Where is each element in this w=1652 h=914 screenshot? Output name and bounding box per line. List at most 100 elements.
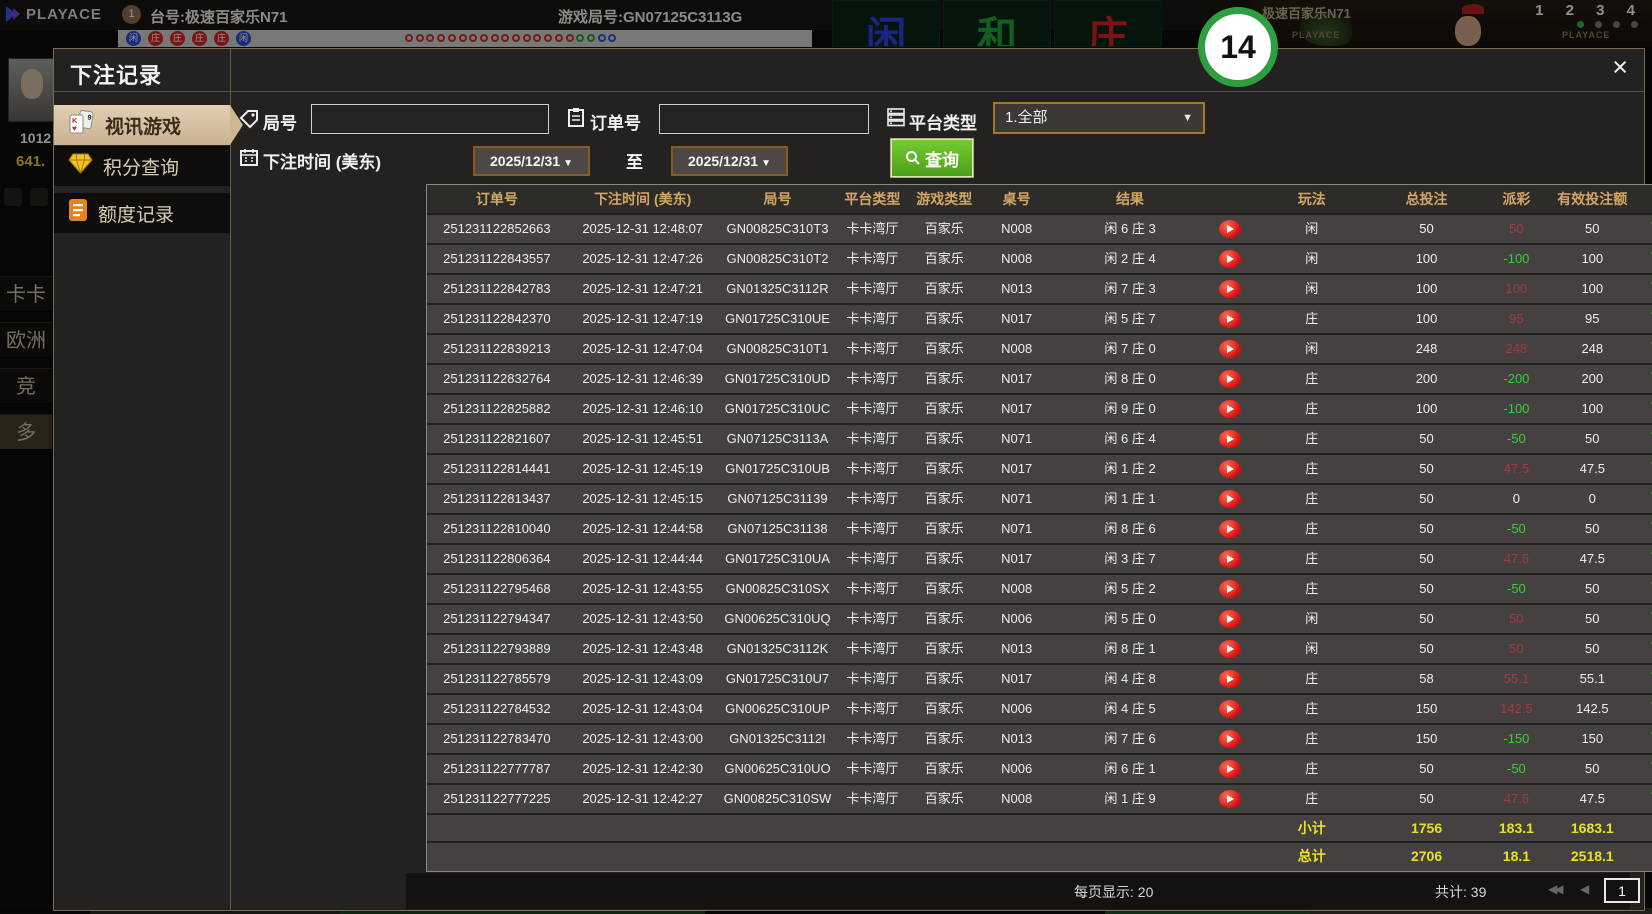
cell-valid-bet: 50 <box>1585 221 1600 236</box>
cell-game-type: 百家乐 <box>924 521 964 536</box>
cell-round-no: GN00825C310SW <box>723 791 832 806</box>
cell-play-type: 庄 <box>1305 581 1319 596</box>
cell-status: 已派彩 <box>1638 455 1652 483</box>
cell-total-bet: 50 <box>1419 791 1434 806</box>
replay-icon[interactable] <box>1219 670 1242 688</box>
cell-round-no: GN01725C310UD <box>724 371 831 386</box>
cell-order-no: 251231122784532 <box>443 701 551 716</box>
cell-play-type: 庄 <box>1305 311 1319 326</box>
platform-type-value: 1.全部 <box>1005 109 1048 126</box>
cell-status: 已派彩 <box>1638 665 1652 693</box>
date-from-picker[interactable]: 2025/12/31 ▼ <box>473 146 590 176</box>
replay-icon[interactable] <box>1219 790 1242 808</box>
cell-valid-bet: 248 <box>1581 341 1604 356</box>
calendar-icon <box>240 149 258 166</box>
order-no-input[interactable] <box>659 104 869 134</box>
cell-play-type: 庄 <box>1305 701 1319 716</box>
prev-page-icon[interactable]: ◀ <box>1580 882 1589 896</box>
sidebar-item-document[interactable]: 额度记录 <box>54 193 230 233</box>
replay-icon[interactable] <box>1219 610 1242 628</box>
cell-order-no: 251231122806364 <box>443 551 551 566</box>
replay-icon[interactable] <box>1219 520 1242 538</box>
cell-order-no: 251231122842783 <box>443 281 551 296</box>
cell-play-type: 庄 <box>1305 551 1319 566</box>
replay-icon[interactable] <box>1219 580 1242 598</box>
cell-valid-bet: 95 <box>1585 311 1600 326</box>
cell-play-type: 庄 <box>1305 431 1319 446</box>
platform-type-select[interactable]: 1.全部 ▼ <box>993 102 1205 134</box>
replay-icon[interactable] <box>1219 370 1242 388</box>
cell-bet-time: 2025-12-31 12:45:19 <box>582 461 704 476</box>
replay-icon[interactable] <box>1219 730 1242 748</box>
cell-game-type: 百家乐 <box>924 791 964 806</box>
bet-records-table: 订单号 下注时间 (美东) 局号 平台类型游戏类型 桌号 结果 玩法 总投注 派彩 有效投注额状态… <box>426 184 1652 872</box>
cell-table-no: N017 <box>1001 671 1033 686</box>
replay-icon[interactable] <box>1219 310 1242 328</box>
date-from-value: 2025/12/31 <box>490 153 561 169</box>
cell-result: 闲 1 庄 9 <box>1104 791 1156 806</box>
column-header: 玩法 <box>1297 191 1326 207</box>
cell-bet-time: 2025-12-31 12:46:10 <box>582 401 704 416</box>
replay-icon[interactable] <box>1219 280 1242 298</box>
bet-time-label: 下注时间 (美东) <box>263 153 382 172</box>
round-no-label: 局号 <box>263 114 297 133</box>
cell-platform: 卡卡湾厅 <box>846 491 899 506</box>
cell-platform: 卡卡湾厅 <box>846 791 899 806</box>
replay-icon[interactable] <box>1219 700 1242 718</box>
cell-game-type: 百家乐 <box>924 461 964 476</box>
table-row: 251231122794347 2025-12-31 12:43:50 GN00… <box>427 605 1652 635</box>
platform-type-label: 平台类型 <box>909 114 977 133</box>
sidebar-item-diamond[interactable]: 积分查询 <box>54 146 230 186</box>
cell-payout: 47.5 <box>1503 791 1530 806</box>
cell-status: 已派彩 <box>1638 695 1652 723</box>
cell-game-type: 百家乐 <box>924 761 964 776</box>
cell-status: 已派彩 <box>1638 215 1652 243</box>
round-no-input[interactable] <box>311 104 549 134</box>
replay-icon[interactable] <box>1219 550 1242 568</box>
cell-platform: 卡卡湾厅 <box>846 521 899 536</box>
cell-payout: -50 <box>1507 761 1526 776</box>
cell-result: 闲 4 庄 8 <box>1104 671 1156 686</box>
cell-result: 闲 1 庄 2 <box>1104 461 1156 476</box>
cell-valid-bet: 0 <box>1588 491 1596 506</box>
replay-icon[interactable] <box>1219 640 1242 658</box>
cell-valid-bet: 47.5 <box>1579 551 1605 566</box>
cell-total-bet: 50 <box>1419 461 1434 476</box>
page-input[interactable] <box>1604 878 1640 903</box>
search-icon <box>906 151 920 165</box>
replay-icon[interactable] <box>1219 250 1242 268</box>
cell-table-no: N006 <box>1001 761 1033 776</box>
total-valid: 2518.1 <box>1570 848 1614 864</box>
cell-table-no: N008 <box>1001 221 1033 236</box>
cell-order-no: 251231122821607 <box>443 431 551 446</box>
cell-round-no: GN00825C310SX <box>725 581 830 596</box>
cell-round-no: GN01725C310U7 <box>725 671 830 686</box>
cell-valid-bet: 200 <box>1581 371 1604 386</box>
cell-bet-time: 2025-12-31 12:47:26 <box>582 251 704 266</box>
sidebar-item-cards[interactable]: 9 K ♥ 视讯游戏 <box>54 105 243 145</box>
replay-icon[interactable] <box>1219 400 1242 418</box>
table-row: 251231122839213 2025-12-31 12:47:04 GN00… <box>427 335 1652 365</box>
date-to-picker[interactable]: 2025/12/31 ▼ <box>671 146 788 176</box>
cell-valid-bet: 47.5 <box>1579 791 1605 806</box>
cell-round-no: GN07125C31138 <box>727 521 828 536</box>
replay-icon[interactable] <box>1219 430 1242 448</box>
cell-payout: -100 <box>1503 251 1530 266</box>
replay-icon[interactable] <box>1219 760 1242 778</box>
cell-play-type: 闲 <box>1305 221 1319 236</box>
cell-order-no: 251231122793889 <box>443 641 551 656</box>
cell-play-type: 闲 <box>1305 641 1319 656</box>
cell-bet-time: 2025-12-31 12:43:00 <box>582 731 704 746</box>
table-row: 251231122821607 2025-12-31 12:45:51 GN07… <box>427 425 1652 455</box>
table-row: 251231122785579 2025-12-31 12:43:09 GN01… <box>427 665 1652 695</box>
cell-status: 已派彩 <box>1638 275 1652 303</box>
first-page-icon[interactable]: ◀◀ <box>1548 882 1564 896</box>
cell-payout: -50 <box>1507 431 1526 446</box>
replay-icon[interactable] <box>1219 340 1242 358</box>
search-button[interactable]: 查询 <box>890 138 974 178</box>
replay-icon[interactable] <box>1219 220 1242 238</box>
replay-icon[interactable] <box>1219 460 1242 478</box>
replay-icon[interactable] <box>1219 490 1242 508</box>
cell-game-type: 百家乐 <box>924 251 964 266</box>
cell-payout: 47.5 <box>1503 461 1530 476</box>
